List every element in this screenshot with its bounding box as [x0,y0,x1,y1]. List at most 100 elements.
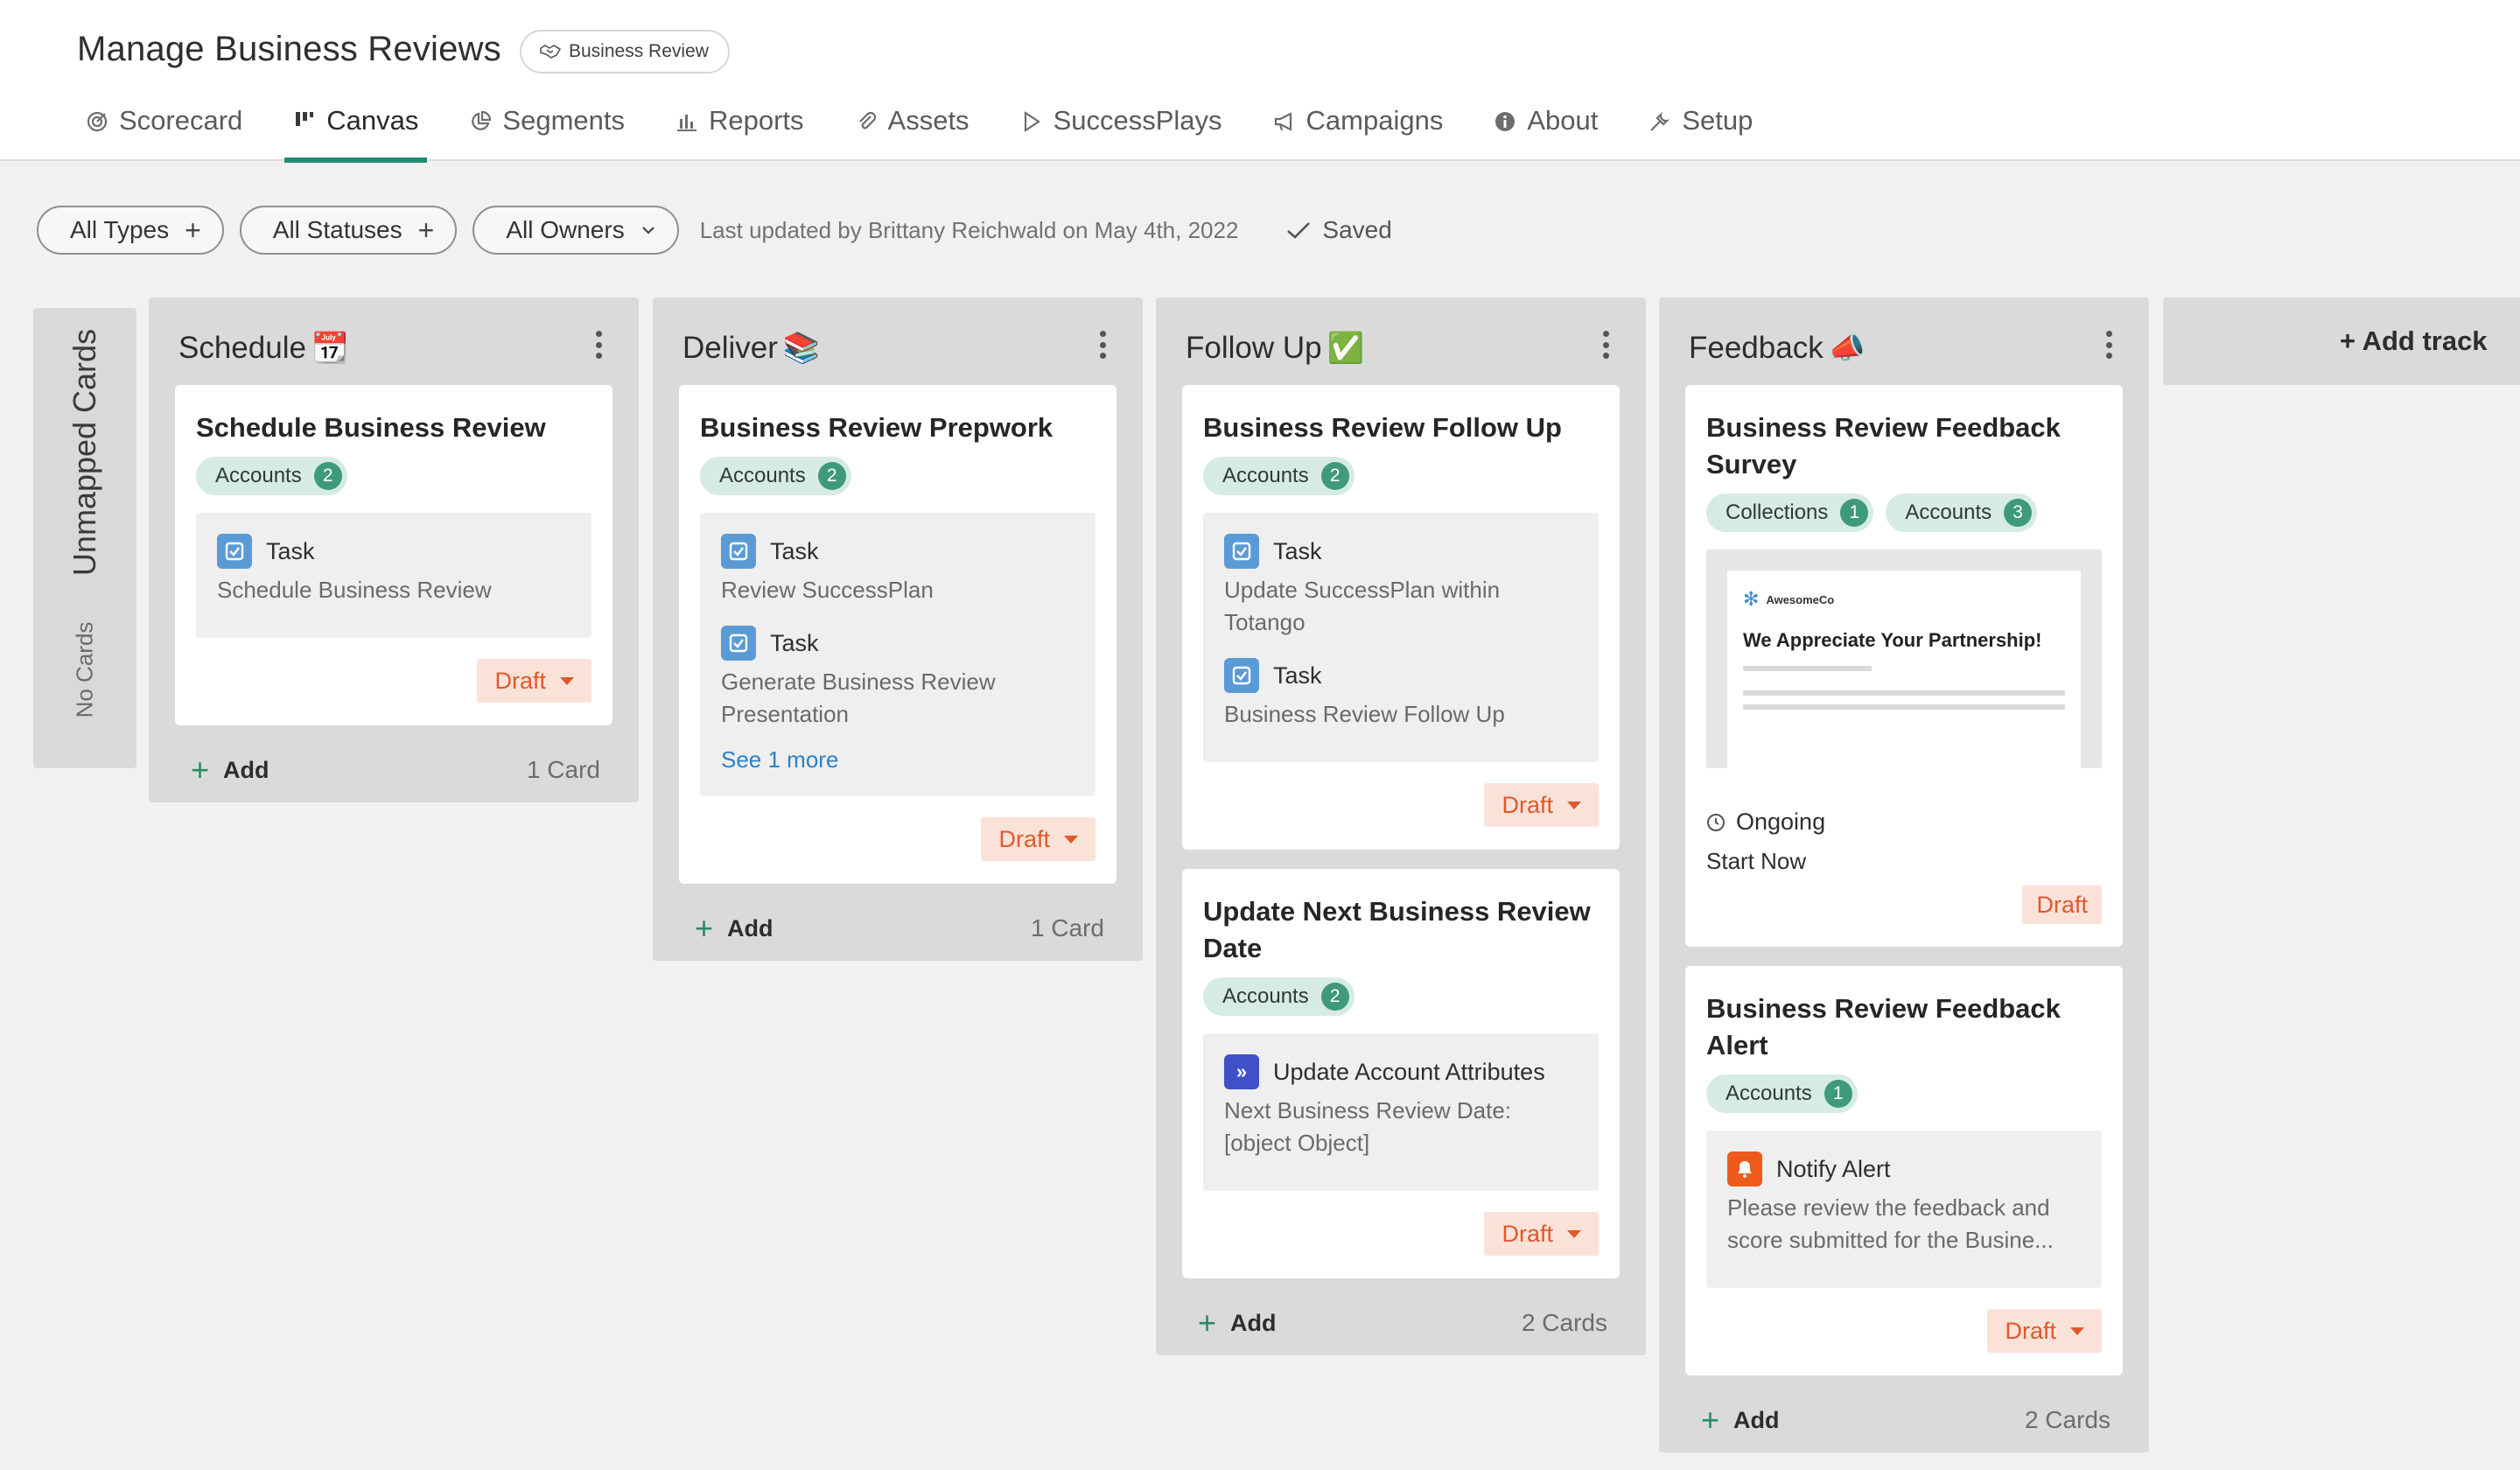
plus-icon: + [1198,1305,1217,1340]
track-footer: + Add 1 Card [149,738,639,802]
tag-label: Accounts [1726,1082,1812,1105]
filter-bar: All Types + All Statuses + All Owners La… [37,205,1392,256]
status-filter[interactable]: All Statuses + [239,206,458,255]
card-title: Business Review Feedback Survey [1706,412,2061,480]
step-type: Notify Alert [1776,1155,1891,1182]
plus-icon: + [695,910,714,946]
card-count: 2 Cards [1521,1309,1607,1336]
card[interactable]: Business Review Follow Up Accounts 2 Tas… [1182,385,1620,850]
tab-setup[interactable]: Setup [1640,105,1761,161]
accounts-tag[interactable]: Accounts 1 [1706,1074,1858,1113]
step-type: Task [1273,662,1322,689]
tab-scorecard[interactable]: Scorecard [77,105,251,161]
more-vertical-icon[interactable] [1097,331,1108,359]
calendar-icon: 📆 [311,332,349,365]
track-header: Follow Up ✅ [1156,298,1646,385]
owner-filter[interactable]: All Owners [472,206,679,255]
caret-down-icon [560,676,574,685]
card-title: Update Next Business Review Date [1203,896,1591,963]
tab-assets[interactable]: Assets [846,105,978,161]
track-footer: + Add 2 Cards [1659,1388,2149,1452]
badge-label: Business Review [569,41,709,61]
tab-label: About [1527,105,1599,136]
tab-bar: Scorecard Canvas Segments Reports Assets [77,105,1795,163]
collections-tag[interactable]: Collections 1 [1706,494,1874,532]
tab-campaigns[interactable]: Campaigns [1264,105,1452,161]
status-label: Draft [998,825,1050,852]
status-label: Draft [2005,1317,2056,1344]
tab-successplays[interactable]: SuccessPlays [1012,105,1231,161]
tag-count: 1 [1840,499,1869,527]
card-count: 1 Card [526,756,600,783]
status-dropdown[interactable]: Draft [477,659,592,703]
plus-icon: + [185,214,201,246]
survey-email-preview: ✻ AwesomeCo We Appreciate Your Partnersh… [1727,570,2081,768]
card[interactable]: Business Review Prepwork Accounts 2 Task… [679,385,1116,884]
tag-count: 2 [313,462,342,490]
chevron-down-icon [641,227,654,234]
card-tags: Collections 1 Accounts 3 [1706,494,2102,532]
unmapped-cards-column[interactable]: Unmapped Cards No Cards [33,308,136,768]
add-card-button[interactable]: + Add [1701,1404,1780,1436]
card-tags: Accounts 2 [700,457,1096,495]
bar-chart-icon [676,110,698,133]
step-item: Task Update SuccessPlan within Totango [1224,534,1578,639]
survey-preview[interactable]: ✻ AwesomeCo We Appreciate Your Partnersh… [1706,550,2102,768]
accounts-tag[interactable]: Accounts 2 [196,457,347,495]
check-icon [1287,222,1311,239]
see-more-link[interactable]: See 1 more [721,746,1074,774]
card[interactable]: Schedule Business Review Accounts 2 Task… [175,385,612,725]
more-vertical-icon[interactable] [1600,331,1611,359]
status-dropdown[interactable]: Draft [981,817,1096,861]
track-follow-up: Follow Up ✅ Business Review Follow Up Acc… [1156,298,1646,1355]
add-track-button[interactable]: + Add track [2163,298,2520,385]
type-filter-label: All Types [70,216,170,243]
tag-count: 2 [1320,983,1349,1011]
tag-count: 2 [817,462,846,490]
step-item: » Update Account Attributes Next Busines… [1224,1054,1578,1159]
card[interactable]: Update Next Business Review Date Account… [1182,869,1620,1278]
track-footer: + Add 1 Card [653,896,1143,961]
tab-label: Setup [1682,105,1754,136]
accounts-tag[interactable]: Accounts 2 [1203,977,1354,1016]
card[interactable]: Business Review Feedback Alert Accounts … [1685,966,2123,1376]
accounts-tag[interactable]: Accounts 2 [1203,457,1354,495]
status-dropdown[interactable]: Draft [1484,783,1599,827]
last-updated-text: Last updated by Brittany Reichwald on Ma… [699,216,1239,243]
tag-count: 1 [1824,1080,1852,1108]
add-label: Add [1733,1406,1780,1433]
accounts-tag[interactable]: Accounts 3 [1886,494,2038,532]
preview-text-line [1743,690,2065,696]
step-desc: Schedule Business Review [217,577,492,603]
status-dropdown[interactable]: Draft [1987,1309,2102,1353]
status-badge[interactable]: Draft [2022,886,2102,924]
track-feedback: Feedback 📣 Business Review Feedback Surve… [1659,298,2149,1452]
card-title: Business Review Prepwork [700,412,1054,443]
more-vertical-icon[interactable] [2104,331,2114,359]
tab-reports[interactable]: Reports [667,105,813,161]
gear-icon: ✻ [1743,588,1760,610]
track-deliver: Deliver 📚 Business Review Prepwork Accoun… [653,298,1143,961]
step-desc: Review SuccessPlan [721,577,934,603]
accounts-tag[interactable]: Accounts 2 [700,457,851,495]
task-checkbox-icon [721,626,756,661]
step-desc: Generate Business Review Presentation [721,668,996,727]
type-filter[interactable]: All Types + [37,206,224,255]
add-card-button[interactable]: + Add [695,913,774,944]
status-dropdown[interactable]: Draft [1484,1212,1599,1256]
add-card-button[interactable]: + Add [191,754,270,786]
more-vertical-icon[interactable] [593,331,604,359]
tab-label: SuccessPlays [1053,105,1222,136]
tab-about[interactable]: About [1485,105,1606,161]
step-type: Task [1273,537,1322,564]
task-checkbox-icon [1224,658,1259,693]
tab-canvas[interactable]: Canvas [284,105,428,163]
tag-label: Accounts [1222,984,1309,1008]
card[interactable]: Business Review Feedback Survey Collecti… [1685,385,2123,947]
tag-count: 2 [1320,462,1349,490]
step-type: Task [770,629,819,656]
step-type: Task [266,537,315,564]
target-icon [86,110,108,133]
add-card-button[interactable]: + Add [1198,1307,1277,1339]
tab-segments[interactable]: Segments [460,105,634,161]
